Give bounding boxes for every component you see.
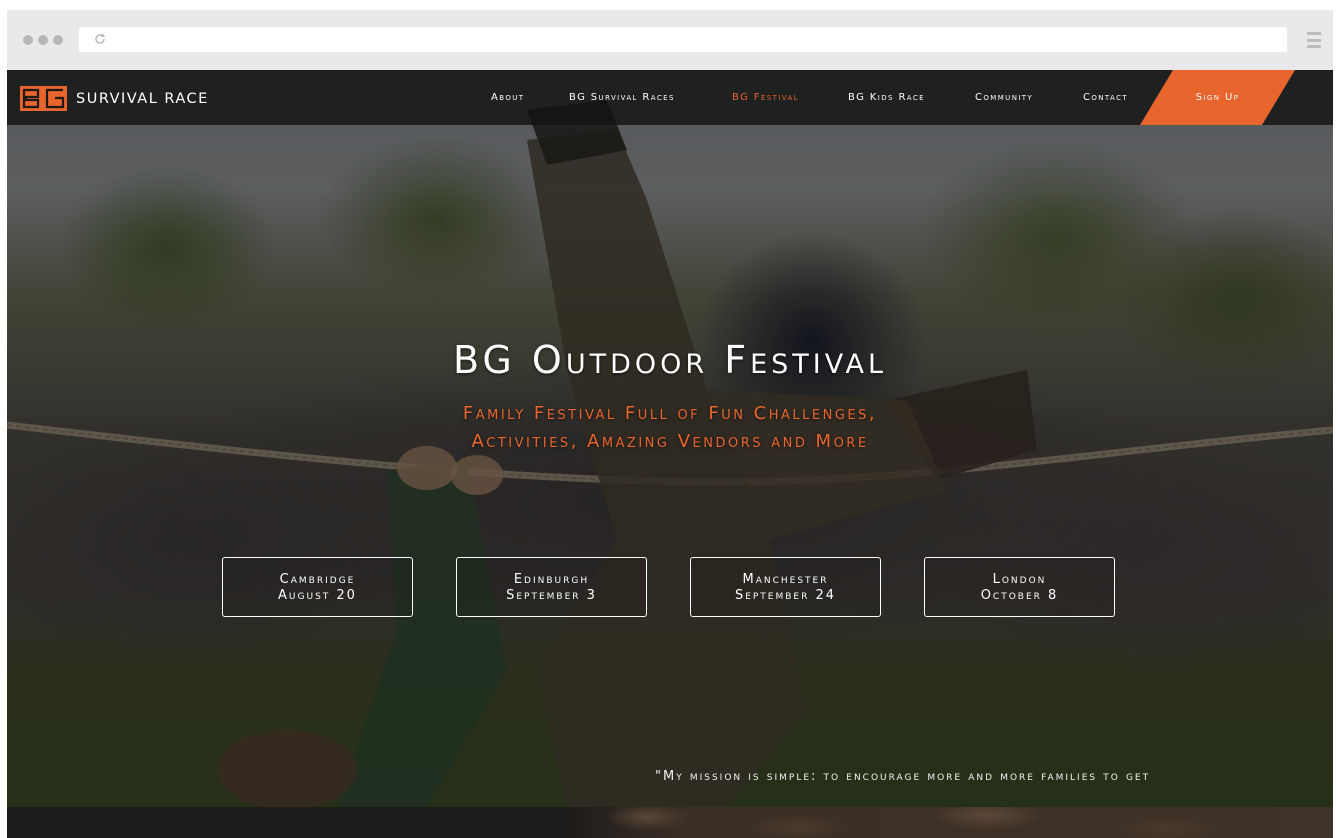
- main-navigation: About BG Survival Races BG Festival BG K…: [7, 70, 1333, 125]
- nav-item-contact[interactable]: Contact: [1083, 92, 1128, 103]
- event-button-cambridge[interactable]: Cambridge August 20: [222, 557, 413, 617]
- event-date: September 3: [506, 588, 597, 603]
- mission-section: [7, 807, 1333, 838]
- nav-item-community[interactable]: Community: [975, 92, 1033, 103]
- sign-up-button[interactable]: Sign Up: [1140, 70, 1295, 125]
- event-button-edinburgh[interactable]: Edinburgh September 3: [456, 557, 647, 617]
- reload-icon[interactable]: [94, 33, 106, 45]
- nav-item-bg-survival-races[interactable]: BG Survival Races: [569, 92, 675, 103]
- address-bar[interactable]: [79, 27, 1287, 52]
- browser-window: SURVIVAL RACE About BG Survival Races BG…: [7, 10, 1333, 838]
- event-date: October 8: [980, 588, 1059, 603]
- nav-item-about[interactable]: About: [491, 92, 524, 103]
- event-date: August 20: [278, 588, 357, 603]
- hero-subtitle: Family Festival Full of Fun Challenges, …: [370, 400, 970, 456]
- sign-up-label: Sign Up: [1195, 92, 1240, 103]
- event-city: Manchester: [742, 572, 829, 587]
- event-city: Cambridge: [279, 572, 356, 587]
- nav-item-bg-festival[interactable]: BG Festival: [732, 92, 799, 103]
- event-button-manchester[interactable]: Manchester September 24: [690, 557, 881, 617]
- hero-subtitle-line-1: Family Festival Full of Fun Challenges,: [462, 403, 878, 424]
- window-dots-icon: [23, 35, 63, 45]
- event-city: London: [992, 572, 1047, 587]
- hero-subtitle-line-2: Activities, Amazing Vendors and More: [471, 431, 869, 452]
- camo-pattern-background: [567, 807, 1333, 838]
- nav-item-bg-kids-race[interactable]: BG Kids Race: [848, 92, 925, 103]
- page-viewport: SURVIVAL RACE About BG Survival Races BG…: [7, 70, 1333, 838]
- event-city: Edinburgh: [513, 572, 590, 587]
- event-date: September 24: [734, 588, 837, 603]
- browser-toolbar: [7, 10, 1333, 70]
- site-navbar: SURVIVAL RACE About BG Survival Races BG…: [7, 70, 1333, 125]
- hamburger-menu-icon[interactable]: [1307, 32, 1321, 48]
- mission-quote: "My mission is simple: to encourage more…: [655, 769, 1151, 784]
- hero-title: BG Outdoor Festival: [453, 338, 887, 382]
- event-button-london[interactable]: London October 8: [924, 557, 1115, 617]
